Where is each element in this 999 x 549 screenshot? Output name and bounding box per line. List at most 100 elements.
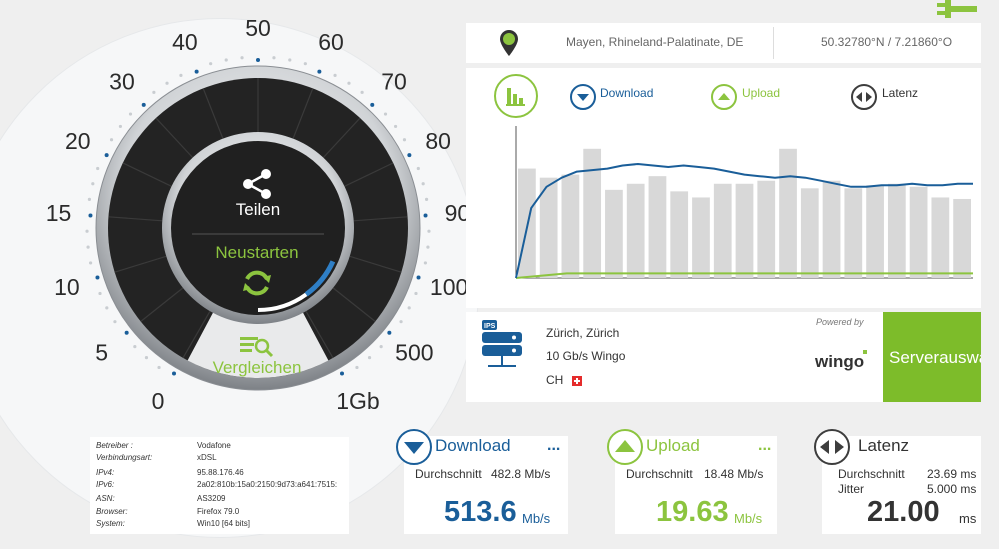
connection-info: Betreiber : Vodafone Verbindungsart: xDSL IP… — [90, 437, 349, 534]
info-value: Firefox 79.0 — [197, 507, 240, 516]
graph-bar — [583, 148, 602, 278]
gauge-tick-label: 50 — [245, 15, 271, 41]
gauge-major-tick — [407, 153, 412, 158]
upload-more-button[interactable]: ... — [758, 437, 771, 455]
graph-bar — [953, 198, 971, 278]
graph-bar — [822, 180, 841, 278]
upload-value: 19.63 — [656, 496, 729, 528]
gauge-tick-label: 80 — [425, 128, 451, 154]
gauge-major-tick — [370, 102, 375, 107]
gauge-tick-label: 500 — [395, 340, 433, 366]
latency-title: Latenz — [858, 436, 910, 455]
server-country: CH — [546, 373, 564, 387]
gauge-major-tick — [141, 102, 146, 107]
download-icon — [396, 429, 432, 465]
gauge-minor-tick — [383, 112, 388, 116]
latency-legend-icon[interactable] — [851, 84, 877, 110]
gauge-major-tick — [256, 58, 260, 62]
powered-by-label: Powered by — [816, 317, 864, 327]
gauge-minor-tick — [113, 320, 117, 324]
speedtest-app: 0 5 10 15 20 30 40 50 60 70 80 90 100 500 1Gb Teilen N… — [0, 0, 999, 549]
gauge-minor-tick — [427, 229, 431, 233]
gauge-minor-tick — [367, 356, 372, 360]
graph-bar — [561, 174, 580, 278]
graph-bar — [866, 185, 884, 278]
graph-bar — [713, 183, 732, 278]
graph-bar — [735, 183, 754, 278]
gauge-minor-tick — [424, 197, 429, 201]
download-more-button[interactable]: ... — [547, 437, 560, 455]
gauge-minor-tick — [272, 56, 276, 60]
server-provider: 10 Gb/s Wingo — [546, 349, 626, 363]
gauge-minor-tick — [360, 90, 364, 94]
info-key: Verbindungsart: — [96, 453, 153, 462]
gauge-minor-tick — [98, 291, 102, 296]
gauge-minor-tick — [402, 138, 407, 142]
restart-button[interactable]: Neustarten — [190, 243, 324, 263]
gauge-tick-label: 70 — [381, 68, 407, 94]
info-value: xDSL — [197, 453, 217, 462]
gauge-tick-label: 40 — [172, 29, 198, 55]
graph-bar — [670, 191, 689, 278]
server-select-button[interactable]: Serverauswahl — [883, 312, 981, 402]
gauge-major-tick — [124, 330, 129, 335]
gauge-minor-tick — [85, 229, 89, 233]
location-city: Mayen, Rhineland-Palatinate, DE — [566, 35, 744, 49]
gauge-minor-tick — [333, 73, 337, 77]
graph-bar — [692, 197, 710, 278]
share-button[interactable]: Teilen — [208, 200, 308, 220]
legend-upload[interactable]: Upload — [742, 86, 780, 100]
swiss-flag-icon — [572, 376, 582, 386]
upload-legend-icon[interactable] — [711, 84, 737, 110]
legend-download[interactable]: Download — [600, 86, 653, 100]
graph-panel: Download Upload Latenz — [466, 68, 981, 308]
compare-icon[interactable] — [238, 333, 274, 359]
gauge-major-tick — [172, 371, 176, 376]
upload-average-value: 18.48 Mb/s — [704, 467, 764, 481]
gauge-major-tick — [88, 213, 93, 218]
latency-value: 21.00 — [867, 496, 940, 528]
info-value: 95.88.176.46 — [197, 468, 244, 477]
graph-bar — [648, 176, 667, 278]
wingo-logo-dot — [863, 350, 867, 354]
wrench-icon[interactable] — [937, 0, 977, 18]
share-icon[interactable] — [240, 167, 274, 201]
legend-latency[interactable]: Latenz — [882, 86, 918, 100]
info-key: System: — [96, 519, 125, 528]
gauge-major-tick — [317, 69, 322, 74]
gauge-minor-tick — [144, 356, 149, 360]
gauge-minor-tick — [414, 291, 418, 296]
gauge-minor-tick — [91, 182, 95, 186]
info-key: ASN: — [96, 494, 115, 503]
gauge-minor-tick — [96, 166, 100, 171]
upload-icon — [607, 429, 643, 465]
gauge-minor-tick — [224, 58, 228, 62]
gauge-minor-tick — [303, 62, 307, 66]
latency-result-card: Latenz Durchschnitt 23.69 ms Jitter 5.00… — [814, 429, 981, 534]
gauge-minor-tick — [416, 166, 420, 171]
download-average-label: Durchschnitt — [415, 467, 482, 481]
gauge-minor-tick — [109, 138, 114, 142]
info-value: AS3209 — [197, 494, 226, 503]
info-value: Win10 [64 bits] — [197, 519, 250, 528]
gauge-major-tick — [340, 371, 344, 376]
refresh-icon[interactable] — [240, 266, 274, 300]
graph-bar — [757, 180, 776, 278]
location-coordinates: 50.32780°N / 7.21860°O — [821, 35, 953, 49]
gauge-minor-tick — [421, 182, 425, 186]
gauge-minor-tick — [407, 306, 411, 310]
info-value: Vodafone — [197, 441, 231, 450]
compare-button[interactable]: Vergleichen — [190, 358, 324, 378]
download-legend-icon[interactable] — [570, 84, 596, 110]
gauge-minor-tick — [347, 81, 351, 85]
gauge-minor-tick — [165, 81, 169, 85]
gauge-minor-tick — [105, 306, 109, 310]
info-key: IPv4: — [96, 468, 115, 477]
server-panel: IPS Zürich, Zürich 10 Gb/s Wingo CH Powe… — [466, 312, 981, 402]
gauge-minor-tick — [152, 90, 156, 94]
download-average-value: 482.8 Mb/s — [491, 467, 551, 481]
upload-average-label: Durchschnitt — [626, 467, 693, 481]
download-result-card: Download ... Durchschnitt 482.8 Mb/s 513… — [396, 429, 568, 534]
info-key: Browser: — [96, 507, 128, 516]
info-key: IPv6: — [96, 480, 115, 489]
